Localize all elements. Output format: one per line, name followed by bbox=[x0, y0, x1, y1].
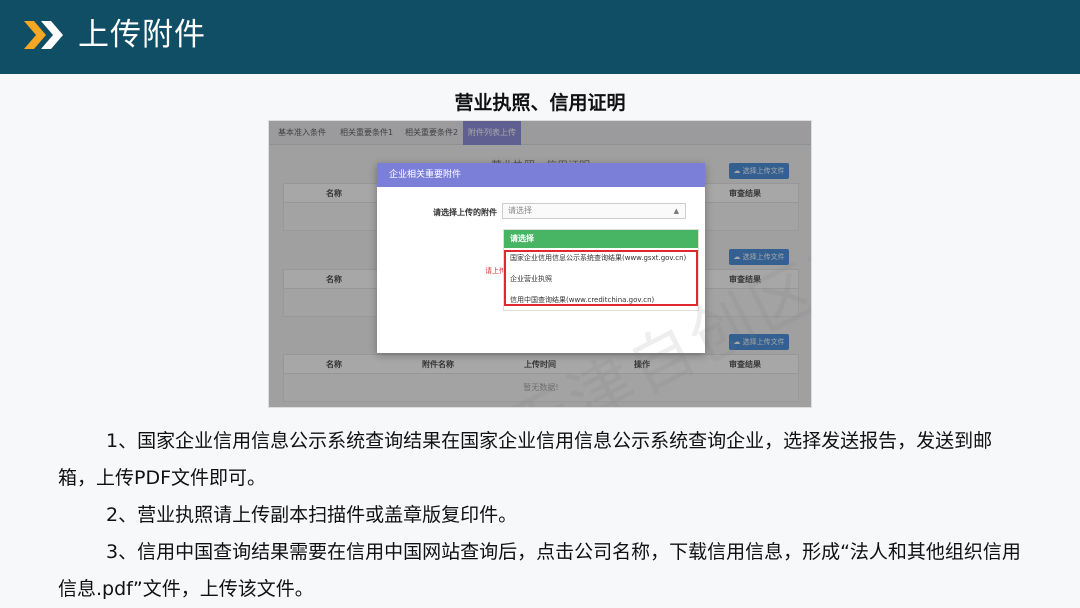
page-title: 上传附件 bbox=[78, 17, 206, 53]
options-highlight-box bbox=[504, 250, 698, 306]
instruction-paragraph-2: 2、营业执照请上传副本扫描件或盖章版复印件。 bbox=[106, 504, 518, 526]
section-heading: 营业执照、信用证明 bbox=[454, 92, 626, 114]
instruction-paragraph-3: 3、信用中国查询结果需要在信用中国网站查询后，点击公司名称，下载信用信息，形成“… bbox=[58, 541, 1021, 600]
attachment-type-label: 请选择上传的附件 bbox=[433, 208, 497, 217]
double-chevron-icon bbox=[24, 21, 66, 49]
dropdown-option-placeholder[interactable]: 请选择 bbox=[504, 230, 698, 248]
embedded-screenshot: 基本准入条件 相关重要条件1 相关重要条件2 附件列表上传 营业执照、信用证明 … bbox=[268, 120, 812, 408]
attachment-type-select[interactable]: 请选择 ▲ bbox=[502, 203, 686, 219]
instruction-paragraph-1: 1、国家企业信用信息公示系统查询结果在国家企业信用信息公示系统查询企业，选择发送… bbox=[58, 430, 993, 489]
header-bar: 上传附件 bbox=[0, 0, 1080, 74]
select-placeholder: 请选择 bbox=[508, 206, 532, 215]
chevron-up-icon: ▲ bbox=[673, 207, 679, 215]
modal-title: 企业相关重要附件 bbox=[377, 163, 705, 187]
